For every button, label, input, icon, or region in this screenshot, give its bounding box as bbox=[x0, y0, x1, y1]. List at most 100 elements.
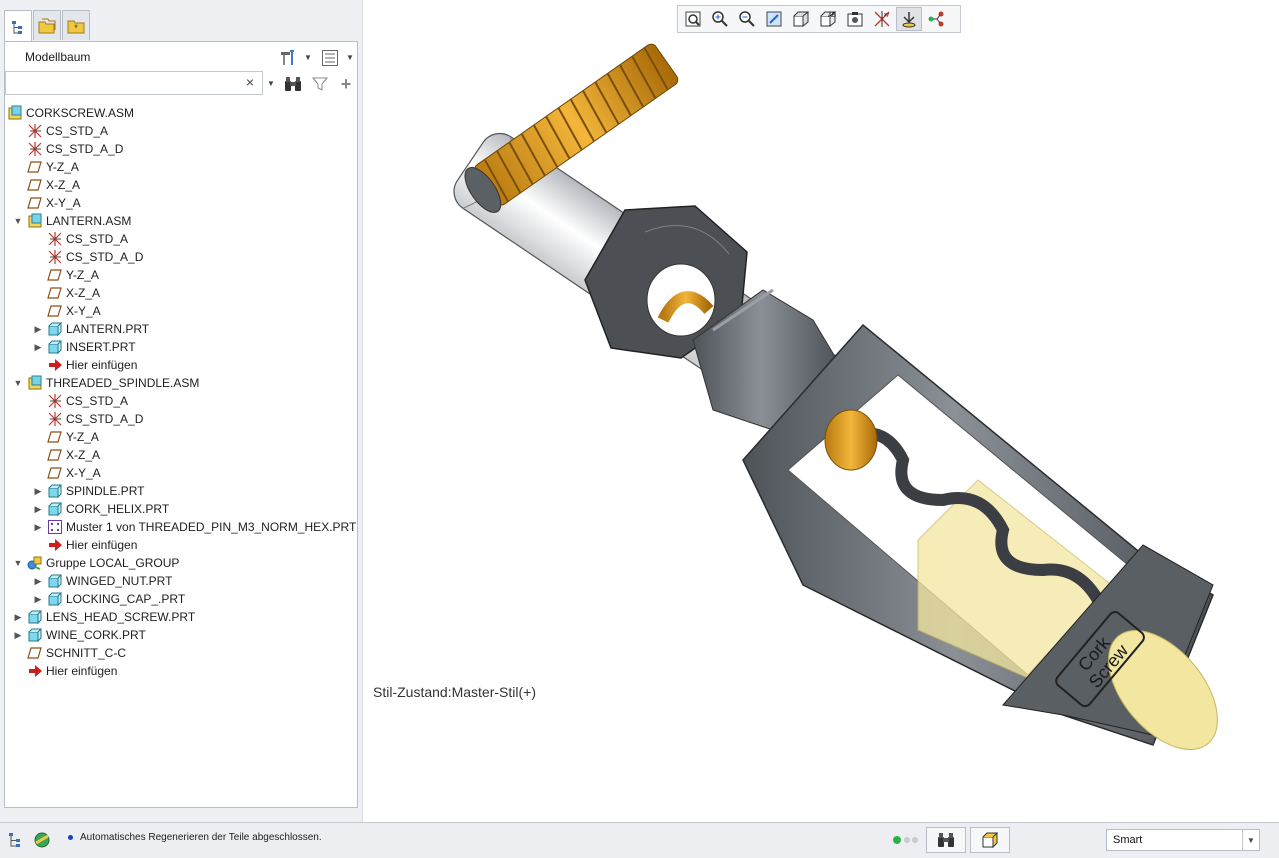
tree-item-label: CS_STD_A bbox=[66, 394, 129, 408]
collapsed-toggle-icon[interactable]: ▶ bbox=[13, 612, 23, 622]
spin-center-button[interactable] bbox=[896, 7, 922, 31]
tree-item[interactable]: CS_STD_A bbox=[33, 230, 128, 248]
tree-item[interactable]: ▶ CORK_HELIX.PRT bbox=[33, 500, 169, 518]
model-tree-icon bbox=[9, 833, 20, 847]
collapsed-toggle-icon[interactable]: ▶ bbox=[13, 630, 23, 640]
show-options-dropdown-icon[interactable]: ▼ bbox=[345, 52, 355, 62]
find-status-button[interactable] bbox=[926, 827, 966, 853]
annotation-display-button[interactable] bbox=[923, 7, 949, 31]
tree-item-label: CS_STD_A_D bbox=[46, 142, 124, 156]
collapsed-toggle-icon[interactable]: ▶ bbox=[33, 522, 43, 532]
tree-item[interactable]: CS_STD_A_D bbox=[13, 140, 123, 158]
part-icon bbox=[47, 483, 63, 499]
tree-item[interactable]: CS_STD_A bbox=[33, 392, 128, 410]
tab-folder-browser[interactable] bbox=[33, 10, 61, 40]
datum-plane-icon bbox=[27, 645, 43, 661]
tree-item[interactable]: X-Z_A bbox=[33, 284, 100, 302]
tree-item[interactable]: Hier einfügen bbox=[33, 536, 137, 554]
tree-item[interactable]: ▶ INSERT.PRT bbox=[33, 338, 136, 356]
tree-item[interactable]: ▶ LOCKING_CAP_.PRT bbox=[33, 590, 185, 608]
status-bar: Automatisches Regenerieren der Teile abg… bbox=[0, 822, 1279, 858]
tree-item[interactable]: Y-Z_A bbox=[33, 428, 99, 446]
tree-item[interactable]: ▶ LANTERN.PRT bbox=[33, 320, 149, 338]
lantern-body[interactable]: Cork Screw bbox=[742, 323, 1239, 769]
chevron-down-icon[interactable]: ▼ bbox=[1242, 830, 1259, 850]
tree-item[interactable]: Hier einfügen bbox=[33, 356, 137, 374]
tree-item[interactable]: X-Y_A bbox=[13, 194, 81, 212]
pattern-icon bbox=[47, 519, 63, 535]
tree-item[interactable]: CORKSCREW.ASM bbox=[7, 104, 134, 122]
tree-item-label: Hier einfügen bbox=[46, 664, 118, 678]
tree-item[interactable]: ▶ WINGED_NUT.PRT bbox=[33, 572, 172, 590]
collapsed-toggle-icon[interactable]: ▶ bbox=[33, 342, 43, 352]
tree-settings-dropdown-icon[interactable]: ▼ bbox=[303, 52, 313, 62]
assembly-icon bbox=[27, 375, 43, 391]
expanded-toggle-icon[interactable]: ▼ bbox=[13, 378, 23, 388]
expanded-toggle-icon[interactable]: ▼ bbox=[13, 558, 23, 568]
selection-box-button[interactable] bbox=[970, 827, 1010, 853]
tree-item[interactable]: X-Y_A bbox=[33, 302, 101, 320]
tree-item[interactable]: X-Z_A bbox=[13, 176, 80, 194]
tree-item[interactable]: Y-Z_A bbox=[13, 158, 79, 176]
tree-item[interactable]: ▶ Muster 1 von THREADED_PIN_M3_NORM_HEX.P… bbox=[33, 518, 356, 536]
collapsed-toggle-icon[interactable]: ▶ bbox=[33, 324, 43, 334]
tree-item[interactable]: Y-Z_A bbox=[33, 266, 99, 284]
search-history-dropdown-icon[interactable]: ▼ bbox=[266, 78, 276, 88]
tree-item[interactable]: ▶ LENS_HEAD_SCREW.PRT bbox=[13, 608, 195, 626]
repaint-button[interactable] bbox=[761, 7, 787, 31]
tree-item-label: X-Y_A bbox=[46, 196, 81, 210]
filter-button[interactable] bbox=[310, 75, 330, 93]
saved-views-button[interactable]: AB bbox=[815, 7, 841, 31]
tree-item[interactable]: ▶ WINE_CORK.PRT bbox=[13, 626, 146, 644]
collapsed-toggle-icon[interactable]: ▶ bbox=[33, 486, 43, 496]
tree-item-label: SCHNITT_C-C bbox=[46, 646, 126, 660]
message-bullet-icon bbox=[68, 835, 73, 840]
graphics-viewport[interactable]: Cork Screw AB xy Stil-Zustand:Master-Stil… bbox=[362, 0, 1279, 822]
tree-item[interactable]: Hier einfügen bbox=[13, 662, 117, 680]
regeneration-status[interactable] bbox=[890, 827, 922, 853]
view-manager-button[interactable] bbox=[842, 7, 868, 31]
tab-model-tree[interactable] bbox=[4, 10, 32, 43]
show-options-button[interactable] bbox=[319, 47, 341, 69]
regen-status-icon bbox=[893, 836, 918, 844]
csys-icon bbox=[47, 231, 63, 247]
tree-search-input[interactable] bbox=[10, 73, 239, 95]
tree-item[interactable]: ▼ THREADED_SPINDLE.ASM bbox=[13, 374, 199, 392]
datum-display-button[interactable]: xy bbox=[869, 7, 895, 31]
display-style-button[interactable] bbox=[788, 7, 814, 31]
tree-search-field[interactable]: × bbox=[5, 71, 263, 95]
tree-item[interactable]: ▼ Gruppe LOCAL_GROUP bbox=[13, 554, 180, 572]
tree-item[interactable]: CS_STD_A_D bbox=[33, 410, 143, 428]
selection-filter-dropdown[interactable]: Smart ▼ bbox=[1106, 829, 1260, 851]
tree-settings-button[interactable] bbox=[277, 47, 299, 69]
clear-search-icon[interactable]: × bbox=[246, 74, 254, 90]
collapsed-toggle-icon[interactable]: ▶ bbox=[33, 504, 43, 514]
model-tree-icon bbox=[12, 21, 22, 34]
tree-item[interactable]: ▶ SPINDLE.PRT bbox=[33, 482, 144, 500]
toggle-navigator-button[interactable] bbox=[4, 827, 28, 853]
tree-item[interactable]: X-Y_A bbox=[33, 464, 101, 482]
zoom-in-button[interactable] bbox=[707, 7, 733, 31]
zoom-out-button[interactable] bbox=[734, 7, 760, 31]
part-icon bbox=[47, 339, 63, 355]
refit-button[interactable] bbox=[680, 7, 706, 31]
tree-item[interactable]: SCHNITT_C-C bbox=[13, 644, 126, 662]
tree-item[interactable]: X-Z_A bbox=[33, 446, 100, 464]
collapsed-toggle-icon[interactable]: ▶ bbox=[33, 594, 43, 604]
add-column-icon[interactable]: + bbox=[336, 74, 356, 94]
toggle-browser-button[interactable] bbox=[30, 827, 54, 853]
collapsed-toggle-icon[interactable]: ▶ bbox=[33, 576, 43, 586]
tab-favorites[interactable]: * bbox=[62, 10, 90, 40]
tree-item-label: LANTERN.ASM bbox=[46, 214, 132, 228]
tree-item[interactable]: CS_STD_A bbox=[13, 122, 108, 140]
csys-icon bbox=[27, 123, 43, 139]
expanded-toggle-icon[interactable]: ▼ bbox=[13, 216, 23, 226]
tree-item[interactable]: ▼ LANTERN.ASM bbox=[13, 212, 131, 230]
tree-item[interactable]: CS_STD_A_D bbox=[33, 248, 143, 266]
find-button[interactable] bbox=[283, 75, 303, 93]
